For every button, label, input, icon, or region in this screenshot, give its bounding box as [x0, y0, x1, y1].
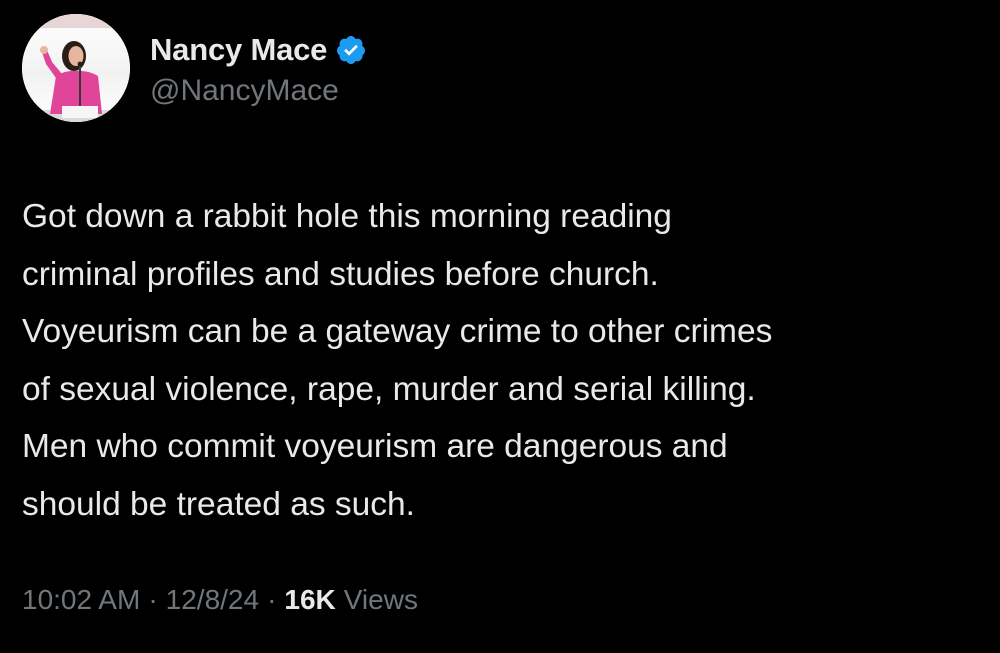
meta-separator: ·: [267, 584, 277, 615]
avatar[interactable]: [22, 14, 130, 122]
tweet-card: Nancy Mace @NancyMace Got down a rabbit …: [0, 0, 1000, 653]
author-names: Nancy Mace @NancyMace: [150, 30, 367, 108]
tweet-date[interactable]: 12/8/24: [166, 584, 259, 616]
author-display-name[interactable]: Nancy Mace: [150, 32, 327, 68]
verified-badge-icon[interactable]: [335, 34, 367, 66]
author-handle[interactable]: @NancyMace: [150, 74, 367, 108]
tweet-time[interactable]: 10:02 AM: [22, 584, 140, 616]
tweet-header: Nancy Mace @NancyMace: [22, 14, 367, 122]
avatar-image: [22, 14, 130, 122]
views-label: Views: [343, 584, 418, 615]
meta-separator: ·: [148, 584, 158, 615]
views-count[interactable]: 16K: [284, 584, 335, 616]
tweet-text: Got down a rabbit hole this morning read…: [22, 198, 773, 523]
tweet-meta: 10:02 AM · 12/8/24 · 16K Views: [22, 584, 418, 616]
name-row: Nancy Mace: [150, 30, 367, 70]
